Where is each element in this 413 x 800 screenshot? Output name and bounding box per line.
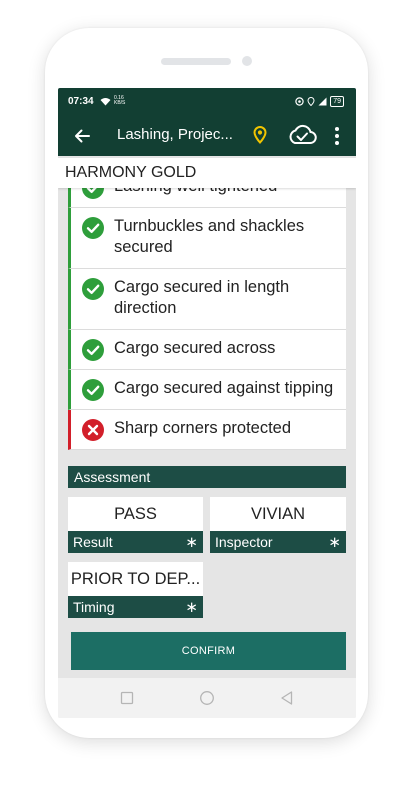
- home-circle-icon[interactable]: [198, 689, 216, 707]
- result-field[interactable]: PASS Result ∗: [68, 497, 203, 553]
- check-circle-icon: [82, 278, 104, 300]
- recents-square-icon[interactable]: [118, 689, 136, 707]
- phone-camera: [242, 56, 252, 66]
- status-time: 07:34: [68, 96, 94, 107]
- result-value: PASS: [114, 504, 157, 523]
- result-label: Result: [73, 534, 113, 550]
- app-bar: Lashing, Projec...: [58, 116, 356, 156]
- battery-indicator: 79: [330, 96, 344, 107]
- system-nav-bar: [58, 678, 356, 718]
- back-triangle-icon[interactable]: [278, 689, 296, 707]
- close-circle-icon: [82, 419, 104, 441]
- checklist-item-label: Sharp corners protected: [114, 419, 292, 437]
- location-status-icon: [307, 97, 315, 106]
- checklist-items: Lashing well tightened Turnbuckles and s…: [68, 188, 346, 450]
- screen: 07:34 0.16 KB/S 79 Lashing, Projec... HA…: [58, 88, 356, 718]
- check-circle-icon: [82, 379, 104, 401]
- map-pin-icon[interactable]: [251, 124, 269, 146]
- timing-caption: Timing ∗: [68, 596, 203, 618]
- more-vertical-icon[interactable]: [328, 124, 346, 148]
- checklist-item-label: Turnbuckles and shackles secured: [114, 217, 305, 256]
- app-title: Lashing, Projec...: [117, 126, 233, 143]
- check-circle-icon: [82, 217, 104, 239]
- checklist: Lashing well tightened Turnbuckles and s…: [68, 188, 346, 466]
- required-marker: ∗: [185, 599, 198, 616]
- network-speed: 0.16 KB/S: [114, 95, 126, 106]
- timing-value: PRIOR TO DEP...: [70, 569, 201, 588]
- status-bar: 07:34 0.16 KB/S 79: [58, 88, 356, 116]
- checklist-item-label: Cargo secured in length direction: [114, 278, 290, 317]
- inspector-caption: Inspector ∗: [210, 531, 346, 553]
- inspector-label: Inspector: [215, 534, 273, 550]
- data-saver-icon: [295, 97, 304, 106]
- checklist-item-lashing-tightened[interactable]: Lashing well tightened: [68, 188, 346, 208]
- check-circle-icon: [82, 188, 104, 199]
- checklist-item-label: Cargo secured across: [114, 339, 276, 357]
- inspector-value: VIVIAN: [250, 504, 306, 523]
- signal-icon: [318, 97, 327, 106]
- checklist-item-label: Lashing well tightened: [114, 188, 336, 197]
- required-marker: ∗: [328, 534, 341, 551]
- checklist-item-label: Cargo secured against tipping: [114, 379, 334, 397]
- checklist-item-tipping[interactable]: Cargo secured against tipping: [68, 370, 346, 410]
- check-circle-icon: [82, 339, 104, 361]
- confirm-button[interactable]: CONFIRM: [71, 632, 346, 670]
- assessment-section-title: Assessment: [68, 466, 346, 488]
- wifi-icon: [100, 97, 111, 105]
- status-icons-left: 0.16 KB/S: [100, 96, 125, 106]
- checklist-item-turnbuckles[interactable]: Turnbuckles and shackles secured: [68, 208, 346, 269]
- back-button[interactable]: [70, 124, 94, 148]
- inspector-field[interactable]: VIVIAN Inspector ∗: [210, 497, 346, 553]
- timing-label: Timing: [73, 599, 115, 615]
- checklist-item-across[interactable]: Cargo secured across: [68, 330, 346, 370]
- arrow-left-icon: [75, 129, 90, 143]
- result-caption: Result ∗: [68, 531, 203, 553]
- cloud-check-icon[interactable]: [287, 122, 317, 148]
- checklist-item-length-direction[interactable]: Cargo secured in length direction: [68, 269, 346, 330]
- vessel-name: HARMONY GOLD: [58, 158, 356, 188]
- timing-field[interactable]: PRIOR TO DEP... Timing ∗: [68, 562, 203, 618]
- checklist-item-sharp-corners[interactable]: Sharp corners protected: [68, 410, 346, 450]
- status-icons-right: 79: [295, 96, 344, 107]
- phone-speaker: [161, 58, 231, 65]
- required-marker: ∗: [185, 534, 198, 551]
